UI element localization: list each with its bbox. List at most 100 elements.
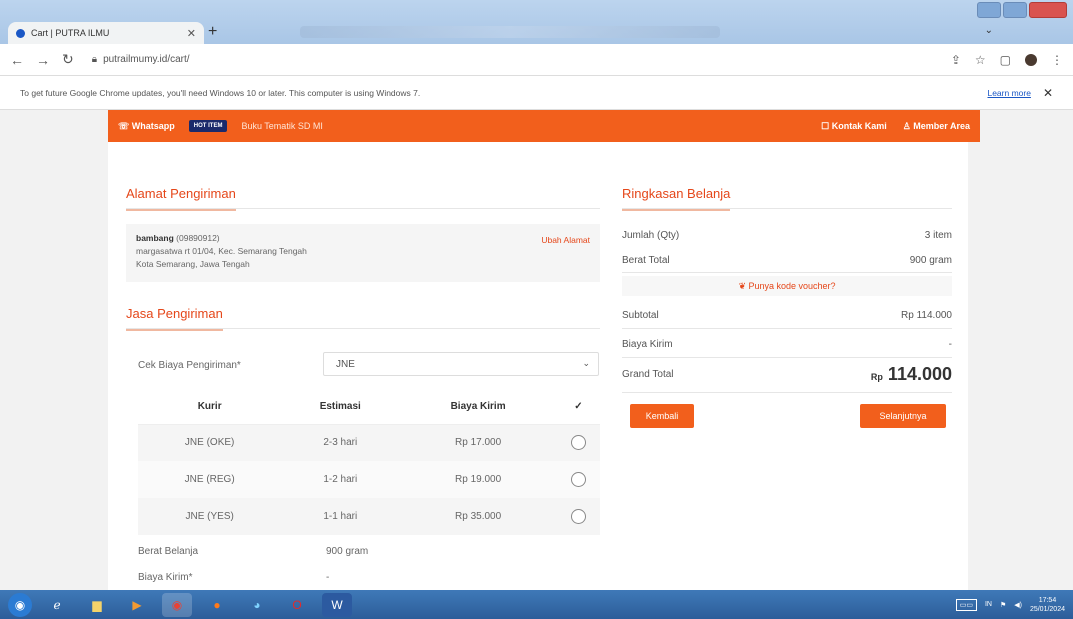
profile-avatar[interactable] [1025,53,1037,66]
voucher-label: Punya kode voucher? [748,281,836,291]
weight-total-row: Berat Total 900 gram [622,255,952,266]
voucher-link[interactable]: ❦ Punya kode voucher? [622,276,952,296]
next-button[interactable]: Selanjutnya [860,404,946,428]
courier-select[interactable]: JNE ⌄ [323,352,599,376]
shipping-summary-row: Biaya Kirim - [622,339,952,350]
close-tab-icon[interactable]: ✕ [187,27,196,40]
cell-kurir: JNE (REG) [138,461,282,498]
back-button[interactable]: Kembali [630,404,694,428]
header-biaya: Biaya Kirim [399,390,557,425]
subtotal-label: Subtotal [622,310,659,321]
cell-radio [556,461,600,498]
grand-total-value: Rp 114.000 [871,364,952,385]
word-icon[interactable]: W [322,592,352,617]
header-estimasi: Estimasi [281,390,400,425]
qty-value: 3 item [924,230,952,241]
bookmark-star-icon[interactable]: ☆ [975,53,986,67]
cell-estimasi: 1-1 hari [281,498,400,535]
lock-icon: 🔒︎ [91,54,98,65]
firefox-icon[interactable]: ● [202,593,232,617]
whatsapp-label: Whatsapp [131,120,175,131]
clock-date: 25/01/2024 [1029,605,1065,613]
grand-total-row: Grand Total Rp 114.000 [622,364,952,385]
courier-selected: JNE [336,359,355,370]
explorer-icon[interactable]: ▆ [82,593,112,617]
cell-radio [556,424,600,461]
edge-icon[interactable]: ◕ [242,593,272,617]
close-infobar-icon[interactable]: ✕ [1043,86,1053,100]
address-box: bambang (09890912) margasatwa rt 01/04, … [126,224,600,282]
cell-estimasi: 2-3 hari [281,424,400,461]
weight-label: Berat Belanja [138,546,199,557]
table-header-row: Kurir Estimasi Biaya Kirim ✓ [138,390,600,425]
contact-link[interactable]: ☐ Kontak Kami [821,121,887,132]
new-tab-icon[interactable]: + [208,23,217,41]
language-indicator[interactable]: IN [985,601,992,608]
url-field[interactable]: 🔒︎ putrailmumy.id/cart/ [92,54,190,65]
minimize-icon[interactable] [977,2,1001,18]
ie-icon[interactable]: ℯ [42,593,72,617]
grand-total-label: Grand Total [622,369,674,380]
media-player-icon[interactable]: ▶ [122,593,152,617]
cell-radio [556,498,600,535]
subtotal-value: Rp 114.000 [901,310,952,321]
weight-value: 900 gram [326,546,369,557]
cell-biaya: Rp 35.000 [399,498,557,535]
learn-more-link[interactable]: Learn more [987,88,1030,98]
change-address-link[interactable]: Ubah Alamat [541,234,590,247]
browser-tab[interactable]: Cart | PUTRA ILMU ✕ [8,22,204,44]
gift-icon: ❦ [738,281,749,291]
member-label: Member Area [913,120,970,131]
grand-currency: Rp [870,372,883,382]
table-row[interactable]: JNE (OKE) 2-3 hari Rp 17.000 [138,424,600,461]
whatsapp-link[interactable]: ☏ Whatsapp [118,121,175,132]
flag-icon[interactable]: ⚑ [1000,601,1006,609]
recipient-phone: (09890912) [176,233,220,243]
url-text: putrailmumy.id/cart/ [103,54,190,65]
chrome-icon[interactable]: ◉ [162,592,192,617]
cell-kurir: JNE (OKE) [138,424,282,461]
hot-item-badge: HOT ITEM [188,120,228,132]
chevron-down-icon: ⌄ [582,358,590,368]
table-row[interactable]: JNE (YES) 1-1 hari Rp 35.000 [138,498,600,535]
radio-button[interactable] [570,509,586,524]
cell-estimasi: 1-2 hari [281,461,400,498]
opera-icon[interactable]: O [282,593,312,617]
divider [126,208,600,209]
update-infobar: To get future Google Chrome updates, you… [0,76,1073,110]
menu-icon[interactable]: ⋮ [1051,53,1063,67]
header-check: ✓ [556,390,600,425]
share-icon[interactable]: ⇪ [951,53,961,67]
radio-button[interactable] [570,472,586,487]
close-window-icon[interactable] [1029,2,1067,18]
system-tray: ▭▭ IN ⚑ ◀) 17:54 25/01/2024 [955,596,1065,614]
radio-button[interactable] [570,435,586,451]
volume-icon[interactable]: ◀) [1014,601,1022,609]
tab-title: Cart | PUTRA ILMU [31,28,110,38]
promo-link[interactable]: Buku Tematik SD MI [241,121,322,131]
header-kurir: Kurir [138,390,282,425]
courier-table: Kurir Estimasi Biaya Kirim ✓ JNE (OKE) 2… [138,390,600,535]
keyboard-indicator[interactable]: ▭▭ [955,598,977,611]
forward-icon[interactable]: → [36,52,50,68]
table-row[interactable]: JNE (REG) 1-2 hari Rp 19.000 [138,461,600,498]
divider [622,357,952,358]
clock[interactable]: 17:54 25/01/2024 [1030,596,1065,614]
clock-time: 17:54 [1038,596,1057,604]
divider [126,328,600,329]
start-button-icon[interactable]: ◉ [8,592,32,617]
top-navbar: ☏ Whatsapp HOT ITEM Buku Tematik SD MI ☐… [108,110,980,142]
weight-total-value: 900 gram [909,255,952,266]
maximize-icon[interactable] [1003,2,1027,18]
cell-biaya: Rp 17.000 [399,424,557,461]
address-line2: Kota Semarang, Jawa Tengah [136,259,250,269]
tab-search-icon[interactable]: ⌄ [985,25,993,36]
reload-icon[interactable]: ↻ [62,51,74,68]
back-icon[interactable]: ← [10,52,24,68]
contact-label: Kontak Kami [831,120,887,131]
sidepanel-icon[interactable]: ▢ [1000,53,1011,67]
toolbar-right: ⇪ ☆ ▢ ⋮ [951,53,1063,67]
divider [622,208,952,209]
member-area-link[interactable]: ♙ Member Area [903,121,970,132]
windows-taskbar: ◉ ℯ ▆ ▶ ◉ ● ◕ O W ▭▭ IN ⚑ ◀) 17:54 25/01… [0,590,1073,619]
